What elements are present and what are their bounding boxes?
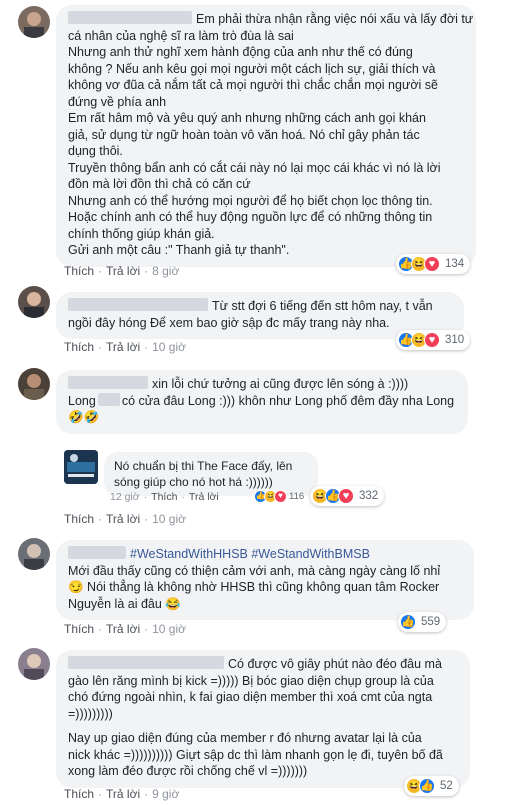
- reaction-summary[interactable]: 👍 😆 ♥ 134: [396, 254, 471, 274]
- reply-link[interactable]: Trả lời: [106, 264, 140, 278]
- showbiz-page-avatar[interactable]: [64, 450, 98, 484]
- comment-text-line: dụng thôi.: [68, 144, 123, 158]
- avatar[interactable]: [18, 538, 50, 570]
- timestamp[interactable]: 10 giờ: [152, 622, 186, 636]
- comment-text-line: cá nhân của nghệ sĩ ra làm trò đùa là sa…: [68, 28, 294, 43]
- comment-text-line: chó đứng ngoài nhìn, k fai giao diện mem…: [68, 690, 433, 704]
- comment-bubble: #WeStandWithHHSB #WeStandWithBMSB Mới đầ…: [56, 540, 474, 620]
- like-link[interactable]: Thích: [64, 340, 94, 354]
- like-link[interactable]: Thích: [64, 512, 94, 526]
- comment-bubble: xin lỗi chứ tưởng ai cũng được lên sóng …: [56, 370, 468, 434]
- comment-text-line: đứng về phía anh: [68, 94, 167, 109]
- comment-text-line: =))))))))): [68, 706, 113, 721]
- love-reaction-icon: ♥: [274, 489, 287, 503]
- comment-actions: Thích · Trả lời · 10 giờ: [64, 340, 186, 354]
- reply-actions: 12 giờ · Thích · Trả lời: [110, 491, 219, 503]
- reaction-count: 116: [289, 490, 305, 502]
- comment-text-line: ngồi đây hóng Để xem bao giờ sập đc mấy …: [68, 315, 390, 330]
- comment-text-line: gào lên răng mình bị kick =))))) Bị bóc …: [68, 673, 434, 688]
- comment-text-line: có cửa đâu Long :))) khôn như Long phố đ…: [121, 393, 455, 408]
- comment-text-line: không vơ đũa cả nắm tất cả mọi người thì…: [68, 78, 438, 92]
- comment-text-line: giả, sử dụng từ ngữ hoàn toàn vô văn hoá…: [68, 127, 420, 142]
- reply-link[interactable]: Trả lời: [106, 512, 140, 526]
- comment-text-line: chính thống giúp khán giả.: [68, 226, 215, 241]
- timestamp[interactable]: 8 giờ: [152, 264, 179, 278]
- mention-blur: [97, 392, 120, 406]
- comment-bubble: Có được vô giây phút nào đéo đâu mà gào …: [56, 650, 470, 788]
- comment-text-line: Em rất hâm mộ và yêu quý anh nhưng những…: [68, 111, 426, 125]
- reaction-summary[interactable]: 👍 😆 ♥ 310: [396, 330, 471, 350]
- comment-text-line: nick khác =)))))))))) Giựt sập dc thì là…: [68, 747, 443, 762]
- reaction-count: 310: [445, 334, 465, 346]
- emoji-row: 🤣🤣: [68, 410, 100, 424]
- comment-text-line: đồn mà lời đồn thì chả có căn cứ: [68, 177, 251, 191]
- love-reaction-icon: ♥: [424, 332, 440, 348]
- comment-text-line: không ? Nếu anh kêu gọi mọi người một cá…: [68, 61, 436, 76]
- comment-text-line: Từ stt đợi 6 tiếng đến stt hôm nay, t vẫ…: [212, 299, 433, 313]
- commenter-name[interactable]: [68, 298, 208, 311]
- avatar[interactable]: [18, 286, 50, 318]
- timestamp[interactable]: 9 giờ: [152, 787, 179, 801]
- reply-link[interactable]: Trả lời: [106, 340, 140, 354]
- comment-text-line: Nay up giao diện đúng của member r đó nh…: [68, 731, 422, 745]
- comment-actions: Thích · Trả lời · 10 giờ: [64, 622, 186, 636]
- love-reaction-icon: ♥: [424, 256, 440, 272]
- love-reaction-icon: ♥: [338, 488, 354, 504]
- comment-text-line: xong làm đéo được rồi chống chế vl =))))…: [68, 764, 308, 778]
- timestamp[interactable]: 10 giờ: [152, 512, 186, 526]
- hashtag-link[interactable]: #WeStandWithHHSB: [130, 547, 248, 561]
- avatar[interactable]: [18, 648, 50, 680]
- comment-text-line: Nguyễn là ai đâu 😂: [68, 596, 181, 611]
- avatar[interactable]: [18, 6, 50, 38]
- like-link[interactable]: Thích: [64, 622, 94, 636]
- comment-actions: Thích · Trả lời · 10 giờ: [64, 512, 186, 526]
- comment-text-line: 😏 Nói thẳng là không nhờ HHSB thì cũng k…: [68, 580, 440, 594]
- comment-actions: Thích · Trả lời · 9 giờ: [64, 787, 180, 801]
- like-link[interactable]: Thích: [64, 787, 94, 801]
- reply-reply-link[interactable]: Trả lời: [189, 491, 219, 503]
- hashtag-link[interactable]: #WeStandWithBMSB: [251, 547, 370, 561]
- commenter-name[interactable]: [68, 546, 126, 559]
- reaction-count: 52: [440, 780, 453, 792]
- commenter-name[interactable]: [68, 656, 224, 669]
- comment-text-line: Truyền thông bẩn anh có cắt cái này nó l…: [68, 160, 441, 175]
- reply-timestamp[interactable]: 12 giờ: [110, 491, 140, 503]
- like-link[interactable]: Thích: [64, 264, 94, 278]
- commenter-name[interactable]: [68, 11, 192, 24]
- reply-like-link[interactable]: Thích: [151, 491, 177, 503]
- reaction-count: 332: [359, 490, 379, 502]
- reaction-summary[interactable]: 😆 👍 ♥ 332: [310, 486, 385, 506]
- comment-text-line: Mới đầu thấy cũng có thiện cảm với anh, …: [68, 563, 441, 578]
- commenter-name[interactable]: [68, 376, 148, 389]
- comment-bubble: Em phải thừa nhận rằng việc nói xấu và l…: [56, 5, 476, 267]
- comment-actions: Thích · Trả lời · 8 giờ: [64, 264, 180, 278]
- reaction-summary[interactable]: 👍 559: [398, 612, 447, 632]
- comment-text-line: Nhưng anh thử nghĩ xem hành động của anh…: [68, 45, 413, 59]
- reply-text-line: Nó chuẩn bị thi The Face đấy, lên: [114, 459, 293, 473]
- mention-text: Long: [68, 393, 96, 408]
- timestamp[interactable]: 10 giờ: [152, 340, 186, 354]
- reply-link[interactable]: Trả lời: [106, 787, 140, 801]
- reaction-count: 134: [445, 258, 465, 270]
- comment-text-line: Có được vô giây phút nào đéo đâu mà: [228, 657, 442, 671]
- reply-reaction-summary[interactable]: 👍 😆 ♥ 116: [252, 486, 310, 506]
- reply-link[interactable]: Trả lời: [106, 622, 140, 636]
- avatar[interactable]: [18, 368, 50, 400]
- comment-text-line: Nhưng anh có thể hướng mọi người để họ b…: [68, 193, 433, 208]
- reaction-summary[interactable]: 😆 👍 52: [404, 776, 459, 796]
- comment-text-line: Hoặc chính anh có thể huy động nguồn lực…: [68, 210, 433, 224]
- reaction-count: 559: [421, 616, 441, 628]
- like-reaction-icon: 👍: [400, 614, 416, 630]
- like-reaction-icon: 👍: [419, 778, 435, 794]
- comment-text-line: xin lỗi chứ tưởng ai cũng được lên sóng …: [152, 377, 409, 391]
- comment-text-line: Em phải thừa nhận rằng việc nói xấu và l…: [196, 12, 474, 26]
